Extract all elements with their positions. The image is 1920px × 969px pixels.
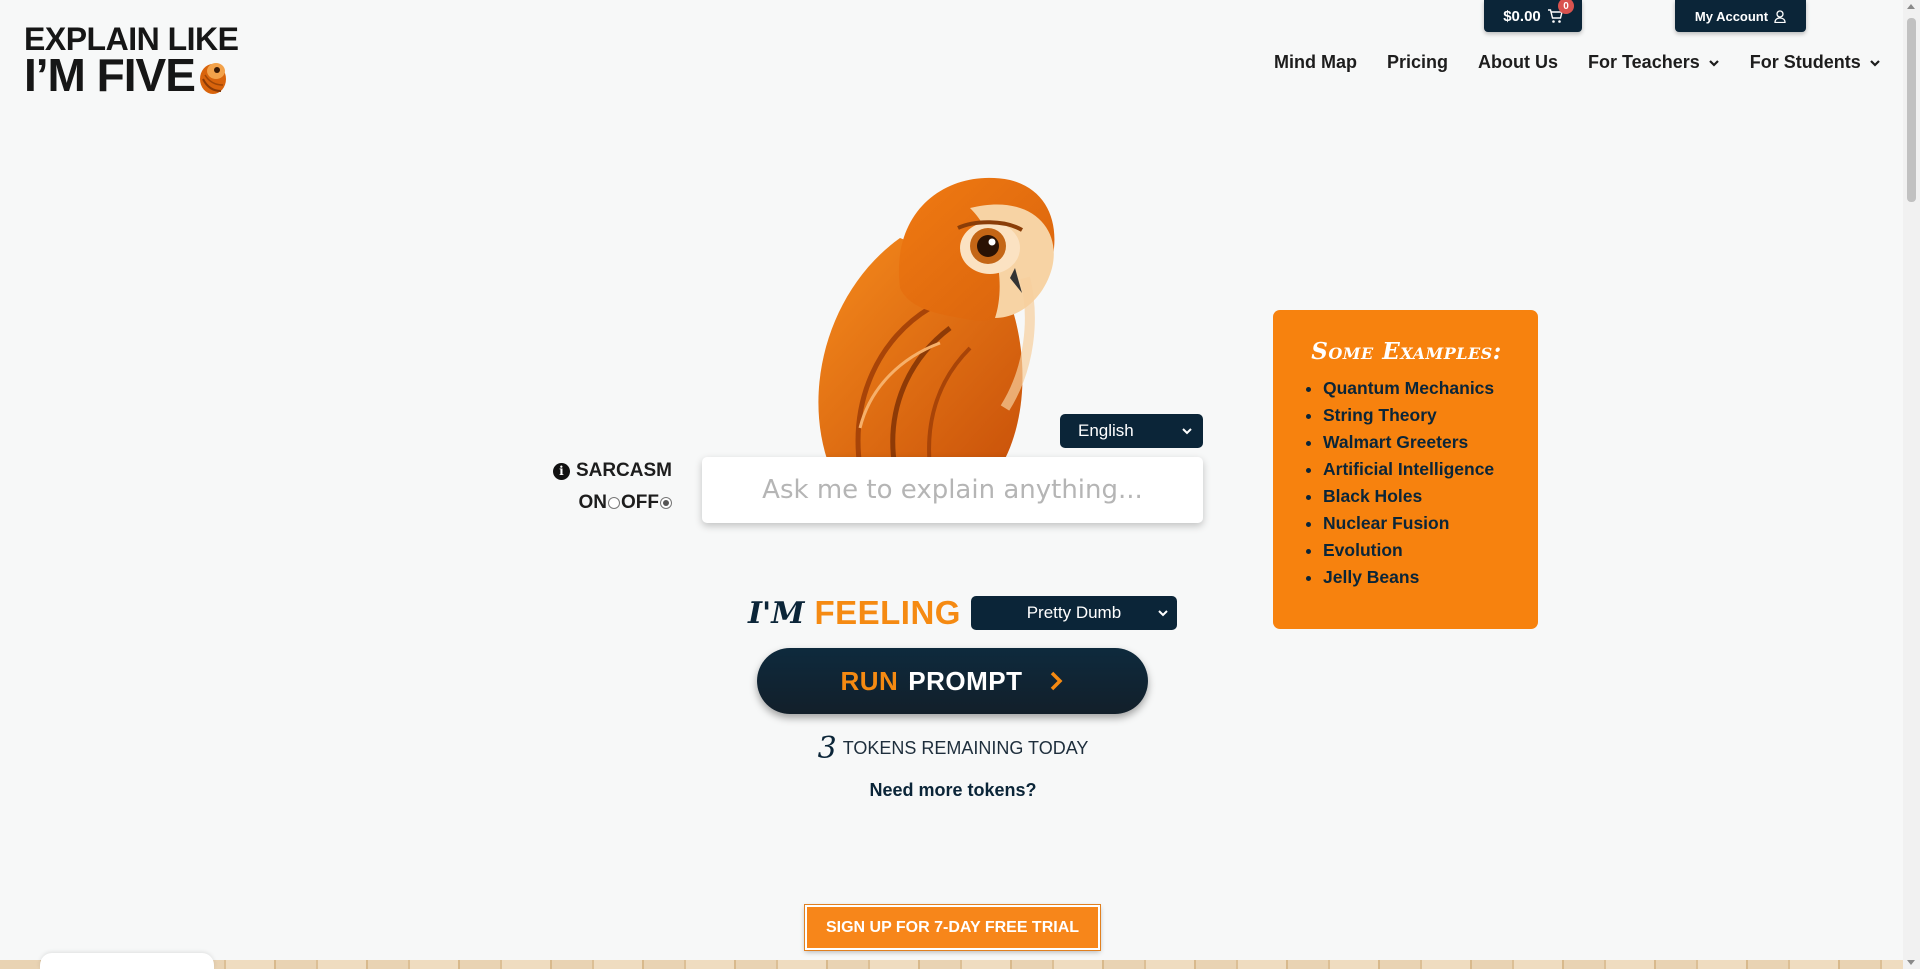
cart-count-badge: 0	[1558, 0, 1574, 14]
scroll-up-arrow-icon[interactable]	[1907, 4, 1915, 9]
my-account-button[interactable]: My Account	[1675, 0, 1806, 32]
sarcasm-on-label: ON	[578, 492, 608, 513]
chevron-down-icon	[1708, 59, 1719, 67]
tokens-label: TOKENS REMAINING TODAY	[842, 738, 1089, 758]
site-logo[interactable]: EXPLAIN LIKE I’M FIVE	[24, 23, 239, 102]
mood-selected: Pretty Dumb	[1026, 603, 1122, 622]
nav-about-us[interactable]: About Us	[1478, 52, 1558, 73]
sarcasm-on-radio[interactable]	[608, 497, 620, 509]
example-item[interactable]: Quantum Mechanics	[1323, 375, 1520, 402]
language-select[interactable]: English	[1060, 414, 1203, 448]
cart-amount: $0.00	[1503, 7, 1541, 25]
page-scrollbar[interactable]	[1903, 0, 1920, 969]
nav-about-us-label: About Us	[1478, 52, 1559, 72]
feeling-label: FEELING	[814, 594, 961, 631]
chevron-down-icon	[1158, 610, 1168, 617]
nav-pricing[interactable]: Pricing	[1387, 52, 1448, 73]
example-item[interactable]: Artificial Intelligence	[1323, 456, 1520, 483]
example-item[interactable]: Nuclear Fusion	[1323, 510, 1520, 537]
example-item[interactable]: Black Holes	[1323, 483, 1520, 510]
example-item[interactable]: Evolution	[1323, 537, 1520, 564]
feeling-im-label: I'M	[748, 595, 805, 631]
feeling-row: I'M FEELING Pretty Dumb	[748, 593, 1177, 633]
sarcasm-label: SARCASM	[575, 460, 672, 481]
example-item[interactable]: String Theory	[1323, 402, 1520, 429]
main-nav: Mind Map Pricing About Us For Teachers F…	[1274, 52, 1881, 73]
my-account-label: My Account	[1694, 8, 1769, 24]
sarcasm-off-label: OFF	[621, 492, 659, 513]
example-item[interactable]: Walmart Greeters	[1323, 429, 1520, 456]
examples-title: Some Examples:	[1311, 338, 1502, 365]
sarcasm-off-radio[interactable]	[660, 497, 672, 509]
sarcasm-header: i SARCASM	[552, 460, 672, 482]
example-item[interactable]: Jelly Beans	[1323, 564, 1520, 591]
examples-card: Some Examples: Quantum Mechanics String …	[1273, 310, 1538, 629]
logo-line-2-text: I’M FIVE	[24, 49, 196, 102]
cart-button[interactable]: $0.00 0	[1484, 0, 1582, 32]
nav-for-teachers[interactable]: For Teachers	[1588, 52, 1720, 73]
chevron-down-icon	[1869, 59, 1880, 67]
signup-free-trial-button[interactable]: SIGN UP FOR 7-DAY FREE TRIAL	[804, 904, 1101, 951]
language-selected: English	[1078, 421, 1134, 440]
tokens-remaining: 3 TOKENS REMAINING TODAY	[700, 731, 1206, 766]
nav-for-students[interactable]: For Students	[1750, 52, 1881, 73]
chat-widget-tab[interactable]	[40, 953, 214, 969]
info-icon[interactable]: i	[552, 462, 570, 480]
owl-mascot-illustration	[818, 177, 1055, 468]
sarcasm-options: ON OFF	[552, 492, 672, 514]
need-more-tokens-link[interactable]: Need more tokens?	[700, 780, 1206, 801]
scroll-down-arrow-icon[interactable]	[1907, 960, 1915, 965]
nav-pricing-label: Pricing	[1387, 52, 1449, 72]
sarcasm-toggle: i SARCASM ON OFF	[552, 460, 672, 514]
logo-line-2: I’M FIVE	[24, 49, 238, 102]
examples-list: Quantum Mechanics String Theory Walmart …	[1293, 375, 1520, 591]
run-label: RUN	[840, 665, 899, 696]
ask-input[interactable]	[702, 457, 1203, 523]
run-prompt-button[interactable]: RUN PROMPT	[757, 648, 1148, 714]
scrollbar-thumb[interactable]	[1907, 18, 1916, 202]
owl-logo-icon	[199, 63, 226, 95]
chevron-right-icon	[1050, 671, 1063, 691]
wood-background-strip	[0, 960, 1903, 969]
tokens-count: 3	[817, 731, 837, 766]
mood-select[interactable]: Pretty Dumb	[970, 596, 1177, 630]
chevron-down-icon	[1182, 428, 1192, 435]
nav-mind-map-label: Mind Map	[1274, 52, 1357, 72]
nav-mind-map[interactable]: Mind Map	[1274, 52, 1357, 73]
nav-for-teachers-label: For Teachers	[1588, 52, 1700, 72]
prompt-label: PROMPT	[908, 665, 1023, 696]
nav-for-students-label: For Students	[1749, 52, 1861, 72]
user-icon	[1774, 9, 1786, 23]
